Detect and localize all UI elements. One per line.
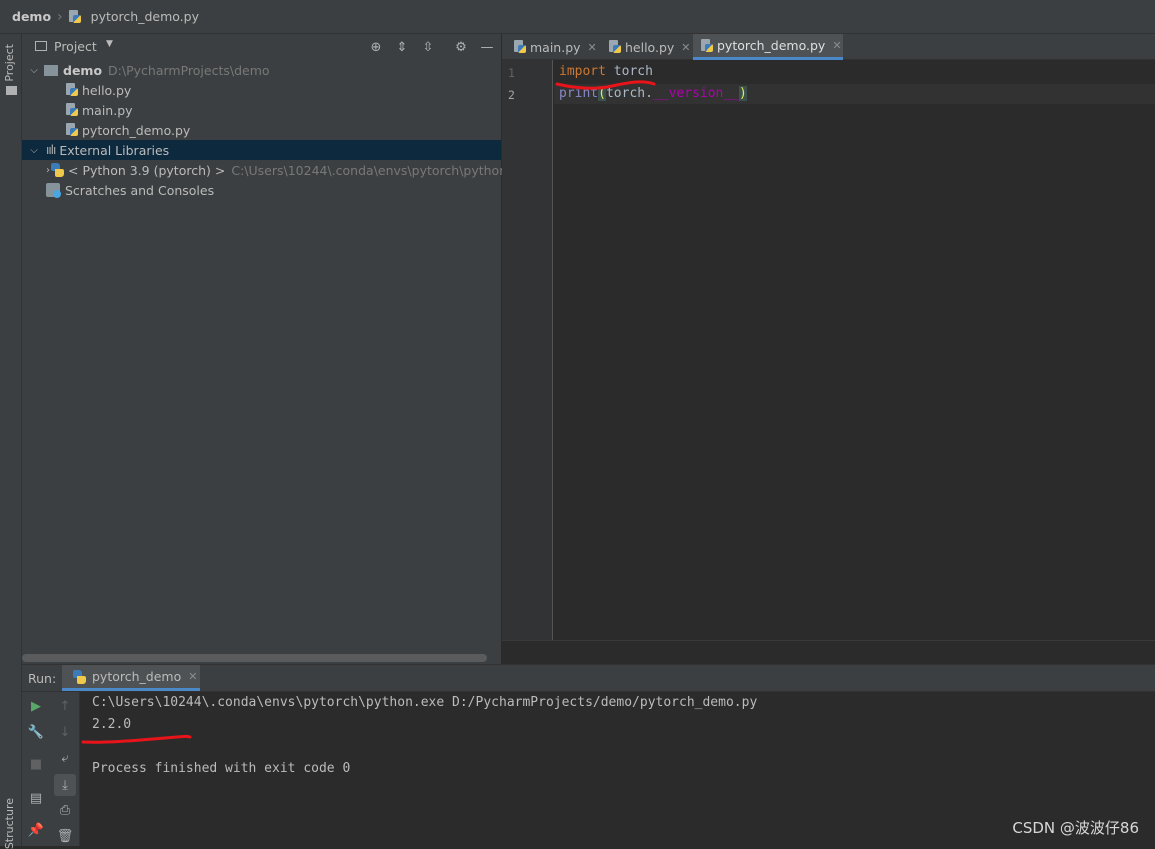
run-console[interactable]: C:\Users\10244\.conda\envs\pytorch\pytho…: [80, 692, 1155, 846]
chevron-down-icon[interactable]: ⌵: [28, 65, 40, 76]
left-tool-strip: Project Structure: [0, 34, 22, 849]
console-output-version: 2.2.0: [92, 717, 132, 732]
python-file-icon: [68, 9, 81, 24]
tree-root-demo[interactable]: ⌵ demo D:\PycharmProjects\demo: [22, 60, 501, 80]
version-attr: __version__: [652, 86, 740, 101]
code-editor[interactable]: import torch print(torch.__version__): [554, 60, 1155, 640]
python-file-icon: [514, 40, 526, 54]
pin-icon[interactable]: 📌: [27, 821, 45, 839]
python-sdk-path: C:\Users\10244\.conda\envs\pytorch\pytho…: [231, 162, 525, 178]
run-label: Run:: [28, 671, 57, 686]
folder-icon: [6, 86, 17, 95]
close-icon[interactable]: ✕: [588, 41, 597, 54]
tab-label: pytorch_demo.py: [717, 38, 826, 53]
project-view-icon: [35, 41, 47, 51]
arrow-up-icon[interactable]: ↑: [56, 697, 74, 715]
tree-external-libraries[interactable]: ⌵ ıılı External Libraries: [22, 140, 501, 160]
print-icon[interactable]: ⎙: [56, 801, 74, 819]
scratches-icon: [46, 183, 61, 198]
chevron-down-icon[interactable]: ⌵: [28, 145, 40, 156]
project-panel: Project ▼ ⊕ ⇕ ⇳ ⚙ — ⌵ demo D:\PycharmPro…: [22, 34, 525, 664]
editor-tab-bar: main.py ✕ hello.py ✕ pytorch_demo.py ✕: [502, 34, 1155, 60]
soft-wrap-icon[interactable]: ⤶: [56, 749, 74, 767]
breadcrumb-file[interactable]: pytorch_demo.py: [91, 9, 199, 24]
console-exit-message: Process finished with exit code 0: [92, 761, 351, 776]
tree-root-path: D:\PycharmProjects\demo: [108, 62, 270, 78]
gear-icon[interactable]: ⚙: [453, 39, 469, 55]
annotation-underline: [555, 80, 656, 90]
tree-file-hello[interactable]: hello.py: [22, 80, 545, 100]
layout-icon[interactable]: ▤: [27, 789, 45, 807]
locate-icon[interactable]: ⊕: [368, 39, 384, 55]
tab-main-py[interactable]: main.py ✕: [506, 34, 605, 60]
horizontal-scrollbar[interactable]: [22, 654, 487, 662]
watermark: CSDN @波波仔86: [1012, 819, 1139, 837]
close-paren: ): [739, 86, 747, 101]
scroll-to-end-icon[interactable]: ⤓: [54, 774, 76, 796]
python-icon: [50, 163, 64, 177]
tree-file-label: main.py: [82, 102, 133, 118]
tab-pytorch-demo-py[interactable]: pytorch_demo.py ✕: [693, 34, 843, 60]
line-number: 1: [508, 66, 515, 80]
arrow-down-icon[interactable]: ↓: [56, 723, 74, 741]
collapse-all-icon[interactable]: ⇳: [420, 39, 436, 55]
chevron-right-icon: ›: [57, 8, 63, 25]
editor-bottom-area: [502, 640, 1155, 665]
python-file-icon: [609, 40, 621, 54]
structure-tool-tab[interactable]: Structure: [3, 798, 16, 849]
dropdown-arrow-icon[interactable]: ▼: [106, 39, 113, 49]
python-file-icon: [701, 38, 713, 53]
scratches-label: Scratches and Consoles: [65, 182, 215, 198]
line-number: 2: [508, 88, 515, 102]
folder-icon: [44, 64, 58, 76]
project-tool-tab[interactable]: Project: [3, 44, 16, 82]
run-tool-header: Run: pytorch_demo ✕: [22, 664, 1155, 692]
run-toolbar-secondary: ↑ ↓ ⤶ ⤓ ⎙ 🗑: [50, 692, 80, 846]
tab-hello-py[interactable]: hello.py ✕: [601, 34, 699, 60]
tree-file-label: hello.py: [82, 82, 132, 98]
editor-gutter: 1 2: [502, 60, 553, 640]
tab-label: main.py: [530, 39, 581, 55]
python-sdk-label: < Python 3.9 (pytorch) >: [68, 162, 226, 178]
console-command: C:\Users\10244\.conda\envs\pytorch\pytho…: [92, 695, 758, 710]
close-icon[interactable]: ✕: [681, 41, 690, 54]
library-icon: ıılı: [46, 143, 56, 157]
tab-label: hello.py: [625, 39, 675, 55]
close-icon[interactable]: ✕: [188, 670, 197, 683]
run-tab-label: pytorch_demo: [92, 669, 182, 684]
hide-panel-icon[interactable]: —: [479, 39, 495, 55]
tree-python-sdk[interactable]: › < Python 3.9 (pytorch) > C:\Users\1024…: [22, 160, 525, 180]
tree-file-main[interactable]: main.py: [22, 100, 545, 120]
expand-all-icon[interactable]: ⇕: [394, 39, 410, 55]
tree-file-label: pytorch_demo.py: [82, 122, 191, 138]
annotation-underline: [81, 734, 192, 744]
close-icon[interactable]: ✕: [832, 39, 841, 52]
project-view-selector[interactable]: Project: [54, 39, 97, 54]
python-file-icon: [66, 103, 78, 117]
external-libraries-label: External Libraries: [59, 142, 170, 158]
python-file-icon: [66, 83, 78, 97]
navigation-bar: demo › pytorch_demo.py: [0, 0, 1155, 34]
tree-file-pytorch-demo[interactable]: pytorch_demo.py: [22, 120, 545, 140]
project-panel-header: Project ▼ ⊕ ⇕ ⇳ ⚙ —: [22, 34, 501, 60]
breadcrumb-project[interactable]: demo: [12, 9, 51, 24]
stop-icon[interactable]: ■: [27, 755, 45, 773]
python-file-icon: [66, 123, 78, 137]
wrench-icon[interactable]: 🔧: [27, 723, 45, 741]
run-toolbar-primary: ▶ 🔧 ■ ▤ 📌: [22, 692, 50, 846]
rerun-icon[interactable]: ▶: [27, 697, 45, 715]
run-tab-pytorch-demo[interactable]: pytorch_demo ✕: [62, 665, 200, 691]
python-icon: [72, 669, 86, 684]
tree-root-label: demo: [63, 62, 103, 78]
trash-icon[interactable]: 🗑: [56, 827, 74, 845]
tree-scratches[interactable]: Scratches and Consoles: [22, 180, 525, 200]
